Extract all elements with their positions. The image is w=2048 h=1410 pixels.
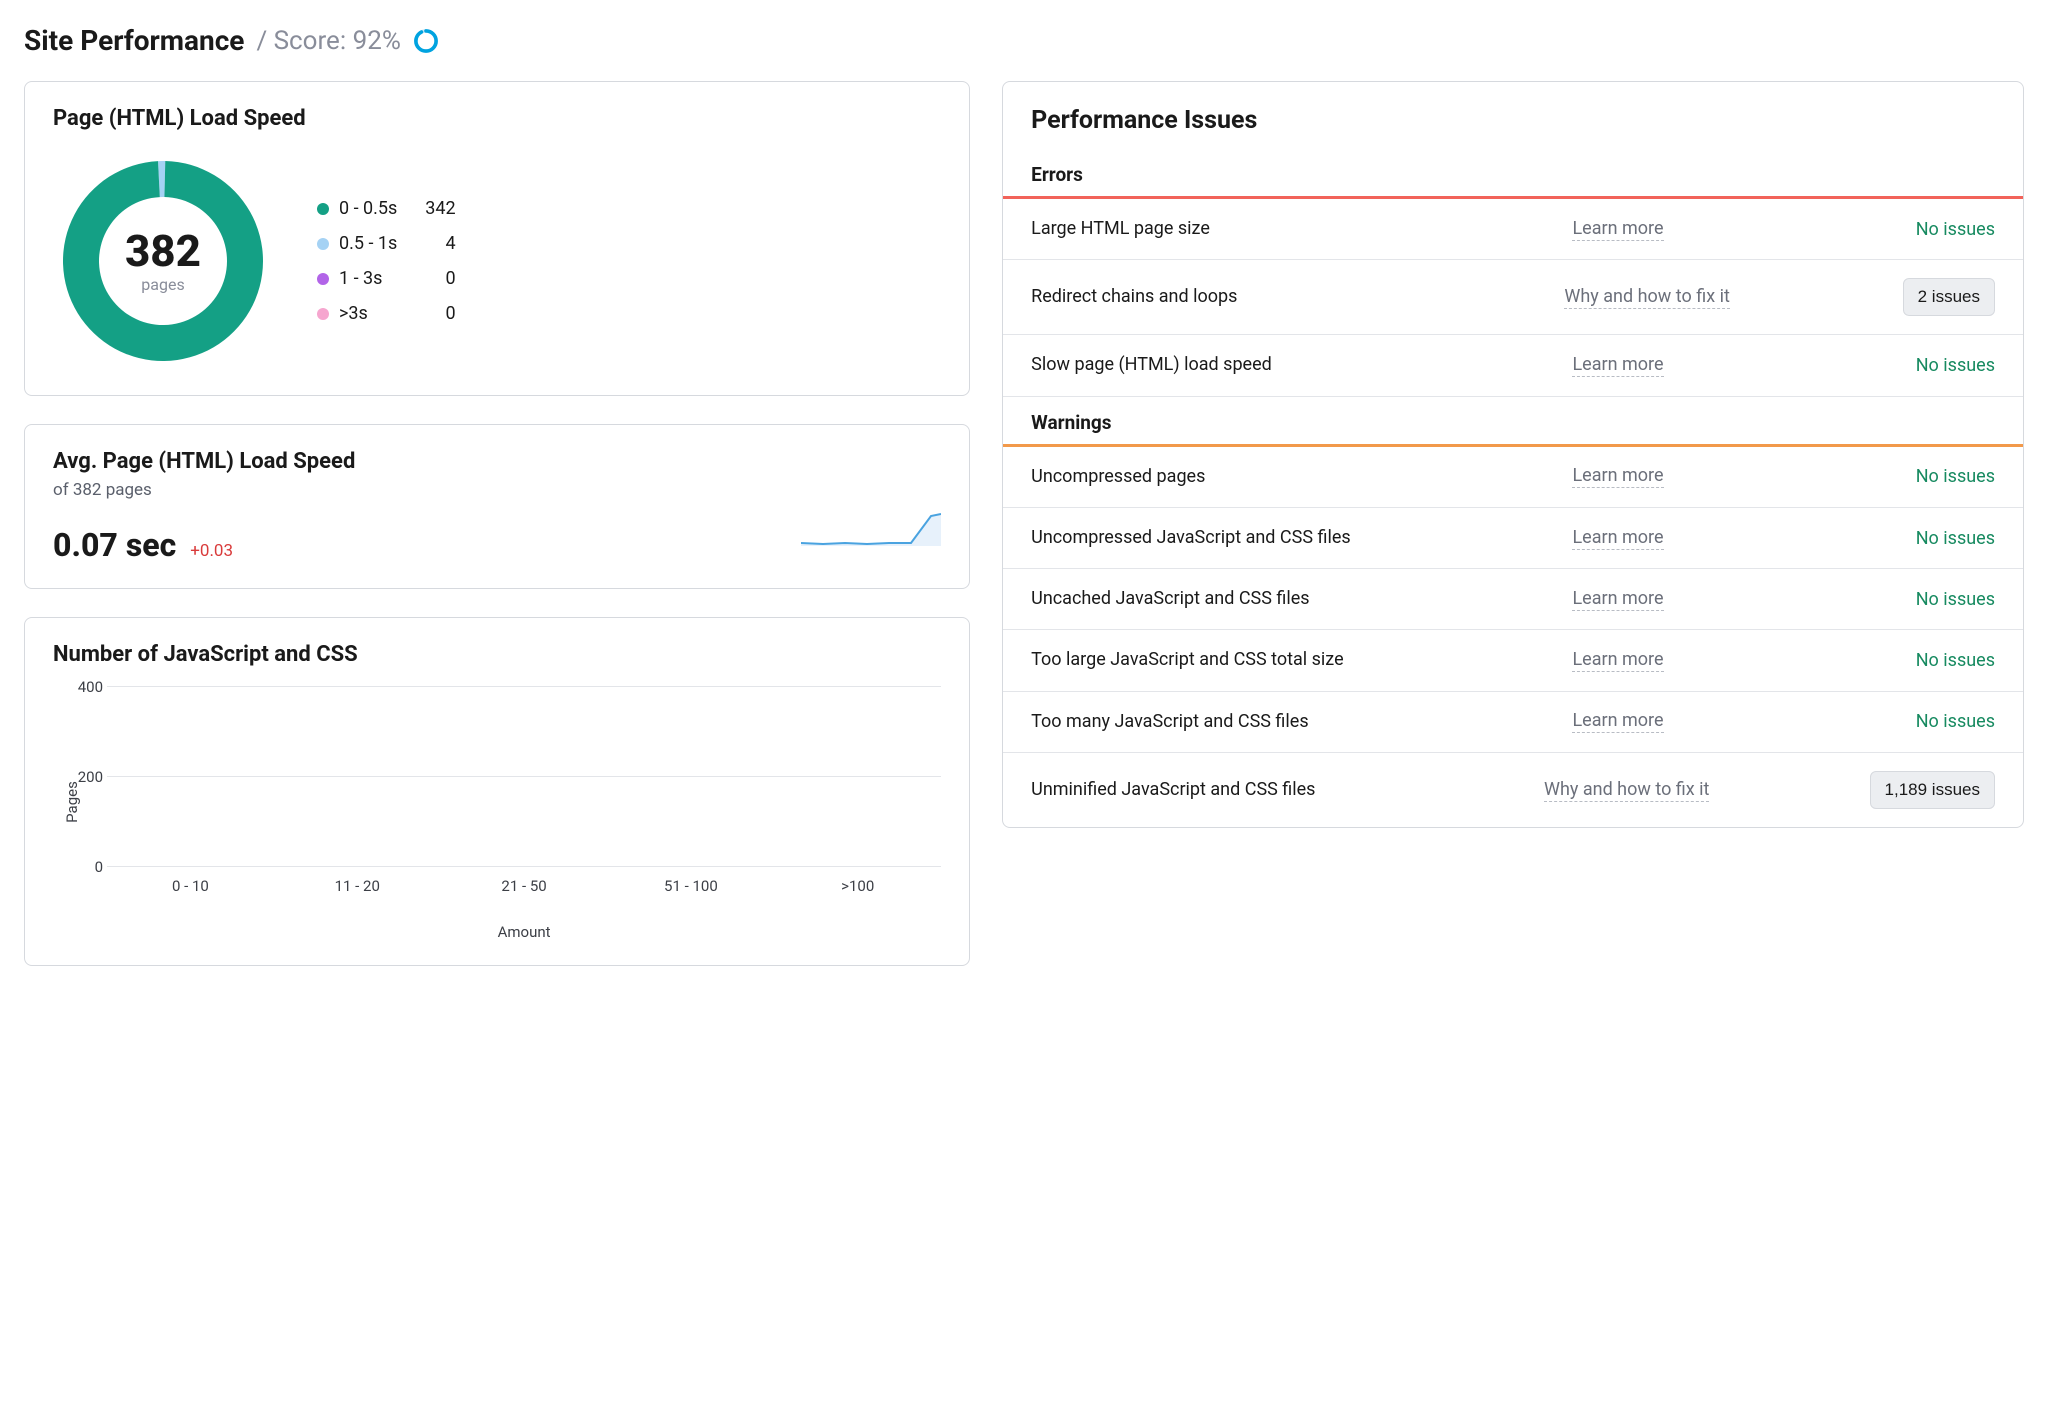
bars-ytick: 400 <box>63 678 103 696</box>
avg-sparkline <box>801 510 941 560</box>
bars-xtick: 11 - 20 <box>274 877 441 895</box>
score-label: / Score: 92% <box>256 26 400 56</box>
bars-xtick: 0 - 10 <box>107 877 274 895</box>
score-gauge-icon <box>413 28 439 54</box>
issue-learn-more-link[interactable]: Learn more <box>1572 465 1663 488</box>
issue-name: Large HTML page size <box>1031 217 1552 241</box>
avg-load-speed-card: Avg. Page (HTML) Load Speed of 382 pages… <box>24 424 970 589</box>
legend-label-text: 0.5 - 1s <box>339 233 397 254</box>
issue-row: Uncompressed pages Learn more No issues <box>1003 447 2023 508</box>
legend-value: 0 <box>425 268 455 289</box>
legend-value: 0 <box>425 303 455 324</box>
issues-warnings-heading: Warnings <box>1003 396 2023 447</box>
bars-plot: 0200400 <box>107 687 941 867</box>
page-title: Site Performance <box>24 24 244 57</box>
issue-row: Large HTML page size Learn more No issues <box>1003 199 2023 260</box>
bars-xtick: 51 - 100 <box>607 877 774 895</box>
left-column: Page (HTML) Load Speed 382 pages 0 - 0.5… <box>24 81 970 966</box>
issue-no-issues-label: No issues <box>1916 219 1995 240</box>
issue-no-issues-label: No issues <box>1916 589 1995 610</box>
issue-count-button[interactable]: 1,189 issues <box>1870 771 1995 809</box>
donut-legend-item: 0.5 - 1s <box>317 233 397 254</box>
issue-learn-more-link[interactable]: Learn more <box>1572 649 1663 672</box>
donut-center-label: pages <box>141 275 184 294</box>
issue-row: Too many JavaScript and CSS files Learn m… <box>1003 692 2023 753</box>
issue-name: Uncached JavaScript and CSS files <box>1031 587 1552 611</box>
bars-xtick: >100 <box>774 877 941 895</box>
legend-label-text: 0 - 0.5s <box>339 198 397 219</box>
issue-name: Too many JavaScript and CSS files <box>1031 710 1552 734</box>
page-load-speed-card: Page (HTML) Load Speed 382 pages 0 - 0.5… <box>24 81 970 396</box>
issue-no-issues-label: No issues <box>1916 355 1995 376</box>
bars-xlabel: Amount <box>53 923 941 941</box>
issue-name: Redirect chains and loops <box>1031 285 1544 309</box>
donut-title: Page (HTML) Load Speed <box>53 106 941 131</box>
avg-value: 0.07 sec <box>53 526 176 564</box>
issues-errors-heading: Errors <box>1003 149 2023 199</box>
avg-title: Avg. Page (HTML) Load Speed <box>53 449 941 474</box>
issue-no-issues-label: No issues <box>1916 711 1995 732</box>
bars-title: Number of JavaScript and CSS <box>53 642 941 667</box>
issue-row: Uncached JavaScript and CSS files Learn m… <box>1003 569 2023 630</box>
legend-dot-icon <box>317 273 329 285</box>
donut-legend-item: 1 - 3s <box>317 268 397 289</box>
issue-no-issues-label: No issues <box>1916 528 1995 549</box>
issue-name: Unminified JavaScript and CSS files <box>1031 778 1524 802</box>
issue-name: Too large JavaScript and CSS total size <box>1031 648 1552 672</box>
issue-learn-more-link[interactable]: Learn more <box>1572 527 1663 550</box>
donut-legend-item: >3s <box>317 303 397 324</box>
right-column: Performance Issues Errors Large HTML pag… <box>1002 81 2024 828</box>
donut-center-value: 382 <box>125 229 201 273</box>
avg-delta: +0.03 <box>190 541 233 561</box>
issue-count-button[interactable]: 2 issues <box>1903 278 1995 316</box>
legend-value: 342 <box>425 198 455 219</box>
issue-learn-more-link[interactable]: Learn more <box>1572 710 1663 733</box>
issue-no-issues-label: No issues <box>1916 650 1995 671</box>
legend-dot-icon <box>317 238 329 250</box>
legend-dot-icon <box>317 308 329 320</box>
issue-row: Slow page (HTML) load speed Learn more No … <box>1003 335 2023 395</box>
bars-ytick: 200 <box>63 768 103 786</box>
issue-no-issues-label: No issues <box>1916 466 1995 487</box>
issue-learn-more-link[interactable]: Why and how to fix it <box>1564 286 1729 309</box>
issue-learn-more-link[interactable]: Learn more <box>1572 588 1663 611</box>
issue-learn-more-link[interactable]: Learn more <box>1572 354 1663 377</box>
donut-chart: 382 pages <box>53 151 273 371</box>
legend-label-text: 1 - 3s <box>339 268 382 289</box>
page-header: Site Performance / Score: 92% <box>24 24 2024 57</box>
issues-title: Performance Issues <box>1003 82 2023 149</box>
issue-row: Too large JavaScript and CSS total size L… <box>1003 630 2023 691</box>
bars-ylabel: Pages <box>63 781 81 823</box>
js-css-count-card: Number of JavaScript and CSS Pages 02004… <box>24 617 970 966</box>
issue-row: Uncompressed JavaScript and CSS files Lea… <box>1003 508 2023 569</box>
legend-dot-icon <box>317 203 329 215</box>
donut-legend-item: 0 - 0.5s <box>317 198 397 219</box>
bars-ytick: 0 <box>63 858 103 876</box>
issue-name: Uncompressed JavaScript and CSS files <box>1031 526 1552 550</box>
donut-legend: 0 - 0.5s 342 0.5 - 1s 4 1 - 3s 0 >3s 0 <box>317 198 456 324</box>
issue-name: Uncompressed pages <box>1031 465 1552 489</box>
issue-row: Redirect chains and loops Why and how to … <box>1003 260 2023 335</box>
legend-value: 4 <box>425 233 455 254</box>
issue-row: Unminified JavaScript and CSS files Why a… <box>1003 753 2023 827</box>
performance-issues-card: Performance Issues Errors Large HTML pag… <box>1002 81 2024 828</box>
avg-subtitle: of 382 pages <box>53 480 941 500</box>
issue-name: Slow page (HTML) load speed <box>1031 353 1552 377</box>
issue-learn-more-link[interactable]: Why and how to fix it <box>1544 779 1709 802</box>
bars-xtick: 21 - 50 <box>441 877 608 895</box>
legend-label-text: >3s <box>339 303 368 324</box>
issue-learn-more-link[interactable]: Learn more <box>1572 218 1663 241</box>
